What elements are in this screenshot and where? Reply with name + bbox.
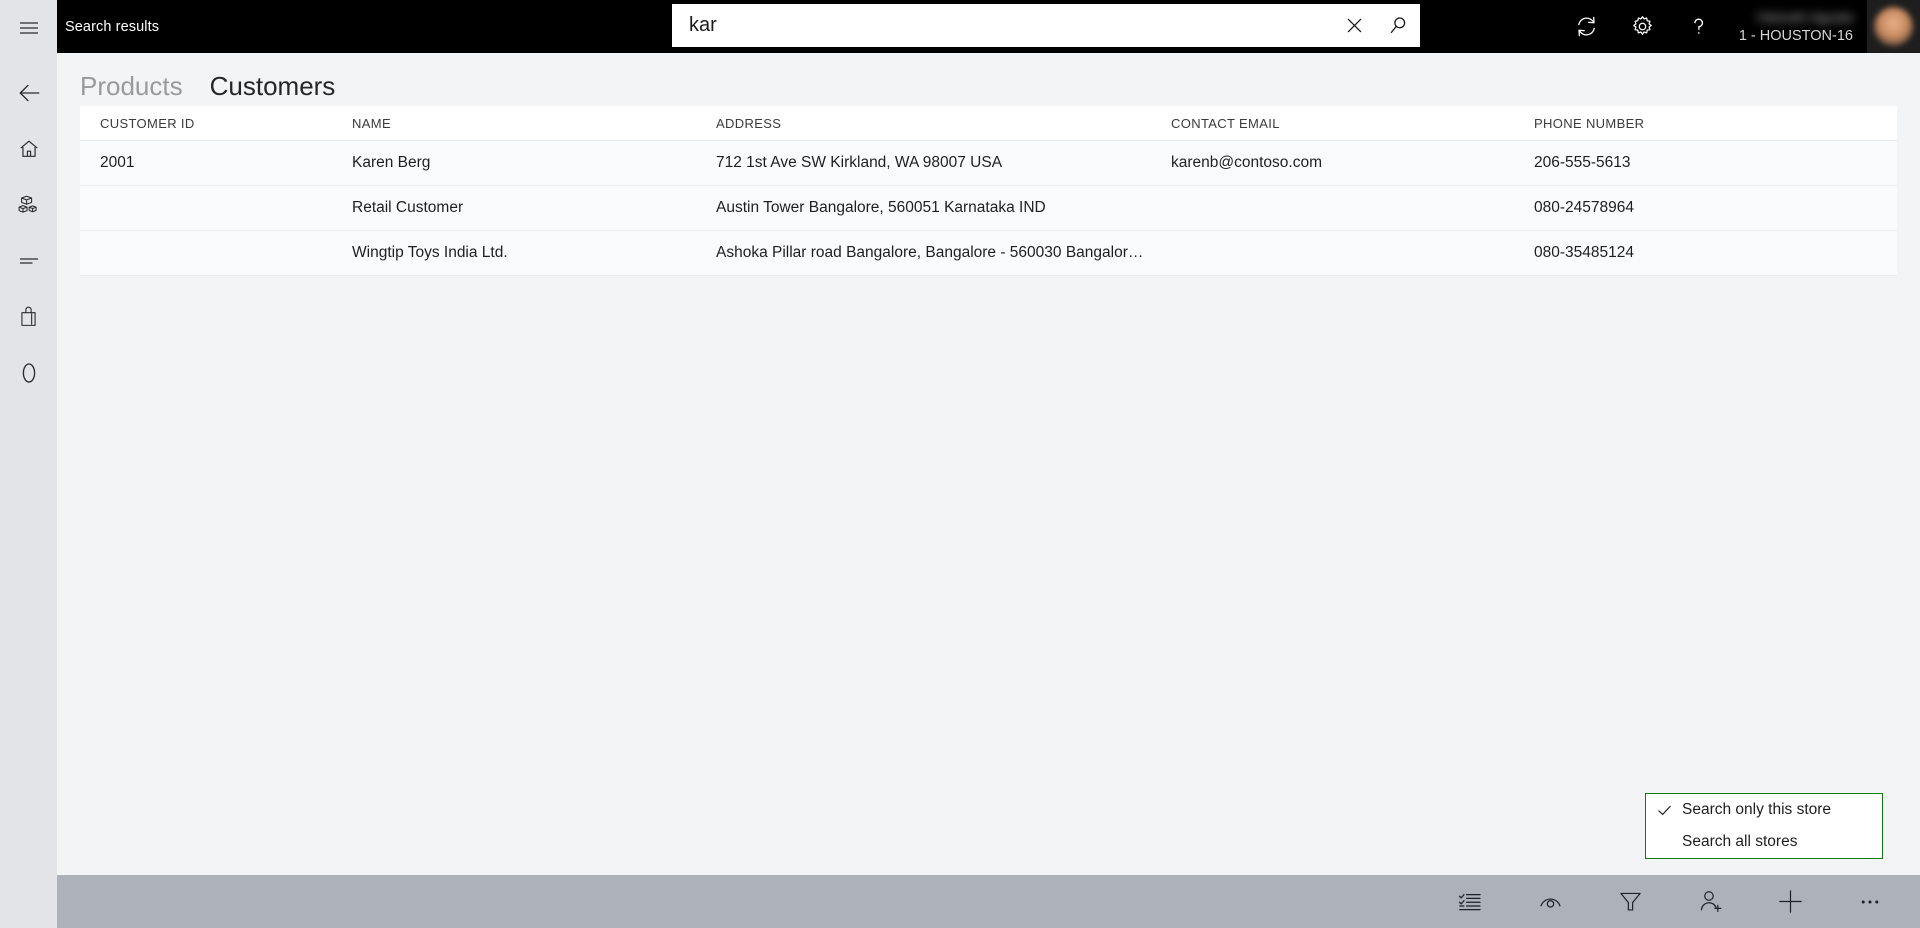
grid-header-row: CUSTOMER ID NAME ADDRESS CONTACT EMAIL P… <box>80 107 1897 141</box>
cell-name: Karen Berg <box>352 154 431 171</box>
store-scope-flyout: Search only this store Search all stores <box>1645 793 1883 859</box>
search-input[interactable] <box>672 5 1332 46</box>
app-root: Search results kar Hannah Agusta 1 - HOU… <box>0 0 1920 928</box>
avatar[interactable] <box>1867 0 1920 53</box>
user-store: 1 - HOUSTON-16 <box>1738 28 1853 44</box>
home-icon[interactable] <box>0 121 57 177</box>
column-header-phone-number[interactable]: PHONE NUMBER <box>1534 116 1897 131</box>
user-name: Hannah Agusta <box>1757 9 1853 25</box>
checkmark-icon-placeholder <box>1656 834 1682 851</box>
tab-customers[interactable]: Customers <box>210 70 336 102</box>
cell-address: Austin Tower Bangalore, 560051 Karnataka… <box>716 199 1046 216</box>
table-row[interactable]: Wingtip Toys India Ltd. Ashoka Pillar ro… <box>80 231 1897 276</box>
cell-phone-number: 080-24578964 <box>1534 199 1634 216</box>
page-title: Search results <box>65 18 160 35</box>
menu-item-label: Search all stores <box>1682 833 1798 850</box>
back-arrow-icon[interactable] <box>0 65 57 121</box>
avatar-image <box>1874 7 1913 46</box>
user-info[interactable]: Hannah Agusta 1 - HOUSTON-16 <box>1727 0 1867 53</box>
search-box <box>672 4 1420 47</box>
cell-name: Retail Customer <box>352 199 464 216</box>
top-app-bar: Search results kar Hannah Agusta 1 - HOU… <box>57 0 1920 53</box>
filter-funnel-icon[interactable] <box>1590 875 1670 928</box>
gear-settings-icon[interactable] <box>1615 0 1671 53</box>
products-boxes-icon[interactable] <box>0 177 57 233</box>
left-nav-rail <box>0 0 57 928</box>
cell-customer-id: 2001 <box>100 154 135 171</box>
refresh-sync-icon[interactable] <box>1559 0 1615 53</box>
bottom-command-bar <box>57 875 1920 928</box>
table-row[interactable]: 2001 Karen Berg 712 1st Ave SW Kirkland,… <box>80 141 1897 186</box>
cell-phone-number: 080-35485124 <box>1534 244 1634 261</box>
table-row[interactable]: Retail Customer Austin Tower Bangalore, … <box>80 186 1897 231</box>
question-help-icon[interactable] <box>1671 0 1727 53</box>
menu-item-search-only-this-store[interactable]: Search only this store <box>1646 794 1882 826</box>
column-header-customer-id[interactable]: CUSTOMER ID <box>80 116 352 131</box>
result-tabs: Products Customers <box>57 53 1920 106</box>
close-x-icon[interactable] <box>1332 4 1376 47</box>
cell-contact-email: karenb@contoso.com <box>1171 154 1323 171</box>
zero-oval-icon[interactable] <box>0 345 57 401</box>
page-body: Products Customers CUSTOMER ID NAME ADDR… <box>57 53 1920 875</box>
menu-item-label: Search only this store <box>1682 801 1832 818</box>
top-right-cluster: Hannah Agusta 1 - HOUSTON-16 <box>1559 0 1920 53</box>
ellipsis-icon[interactable] <box>1830 875 1910 928</box>
magnifier-icon[interactable] <box>1376 4 1420 47</box>
add-person-icon[interactable] <box>1670 875 1750 928</box>
view-eye-icon[interactable] <box>1510 875 1590 928</box>
cell-phone-number: 206-555-5613 <box>1534 154 1631 171</box>
checkmark-icon <box>1656 802 1682 819</box>
shopping-bag-icon[interactable] <box>0 289 57 345</box>
checklist-icon[interactable] <box>1430 875 1510 928</box>
cell-address: Ashoka Pillar road Bangalore, Bangalore … <box>716 244 1144 261</box>
menu-item-search-all-stores[interactable]: Search all stores <box>1646 826 1882 858</box>
lines-list-icon[interactable] <box>0 233 57 289</box>
column-header-contact-email[interactable]: CONTACT EMAIL <box>1171 116 1534 131</box>
hamburger-menu-icon[interactable] <box>0 0 57 56</box>
column-header-address[interactable]: ADDRESS <box>716 116 1171 131</box>
cell-address: 712 1st Ave SW Kirkland, WA 98007 USA <box>716 154 1003 171</box>
customers-grid: CUSTOMER ID NAME ADDRESS CONTACT EMAIL P… <box>80 106 1897 276</box>
plus-icon[interactable] <box>1750 875 1830 928</box>
tab-products[interactable]: Products <box>80 70 183 102</box>
cell-name: Wingtip Toys India Ltd. <box>352 244 508 261</box>
column-header-name[interactable]: NAME <box>352 116 716 131</box>
